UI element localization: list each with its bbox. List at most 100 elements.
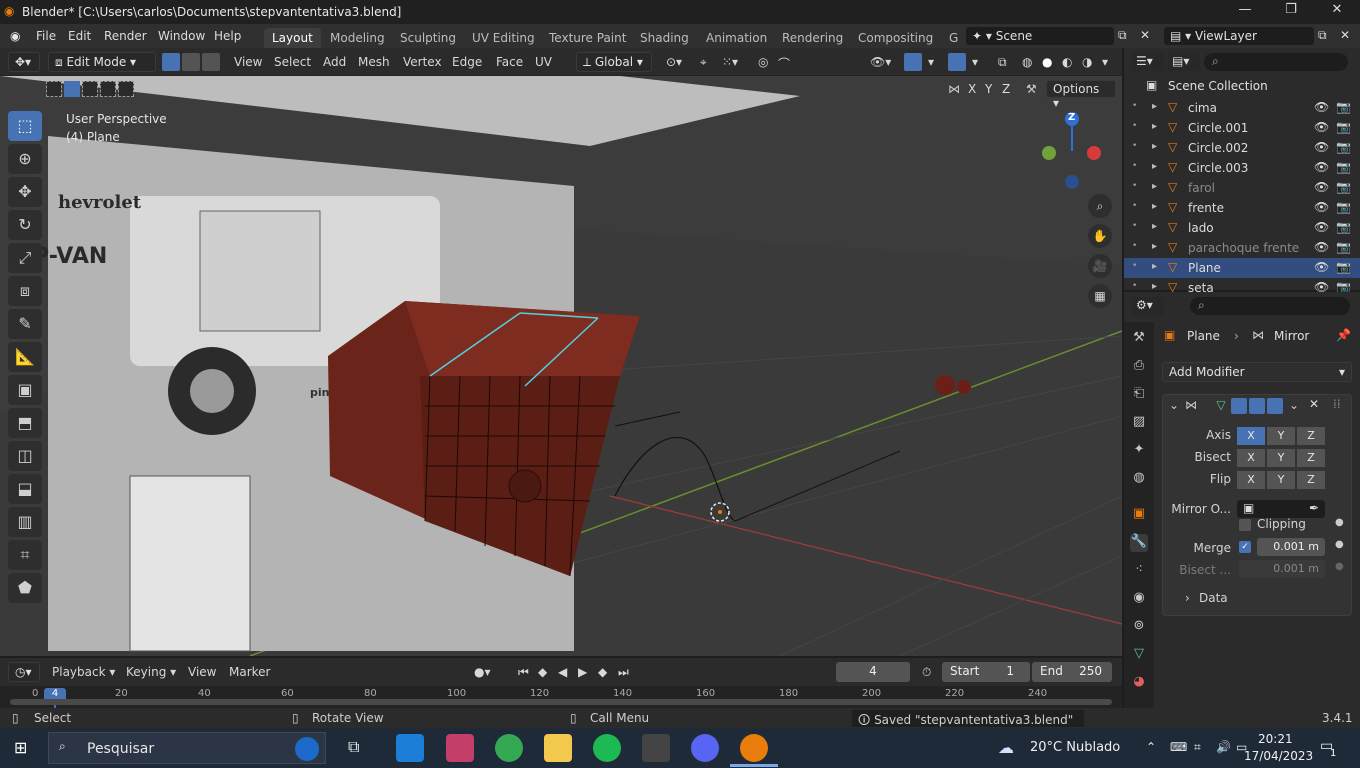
camera-render-icon[interactable]: 📷 xyxy=(1336,120,1351,134)
tools-icon[interactable]: ⚒ xyxy=(1026,82,1037,96)
extrude-tool-icon[interactable]: ⬒ xyxy=(8,408,42,438)
mirror-x-toggle[interactable]: X xyxy=(968,82,976,96)
on-cage-icon[interactable]: ▽ xyxy=(1213,398,1229,414)
viewlayer-selector[interactable]: ▤ ▾ ViewLayer xyxy=(1164,27,1314,45)
overlay-toggle-button[interactable] xyxy=(948,53,966,71)
camera-render-icon[interactable]: 📷 xyxy=(1336,200,1351,214)
outliner-row-plane[interactable]: • ▸ ▽ Plane 👁 📷 xyxy=(1124,258,1360,278)
menu-add[interactable]: Add xyxy=(319,52,350,72)
edge-browser-icon[interactable] xyxy=(396,734,424,762)
outliner-row-circle-001[interactable]: • ▸ ▽ Circle.001 👁 📷 xyxy=(1124,118,1360,138)
tab-sculpting[interactable]: Sculpting xyxy=(392,28,464,48)
gizmo-y-axis[interactable] xyxy=(1042,146,1056,160)
app-icon[interactable] xyxy=(642,734,670,762)
eye-visibility-icon[interactable]: 👁 xyxy=(1314,240,1329,254)
inset-tool-icon[interactable]: ◫ xyxy=(8,441,42,471)
mode-dropdown[interactable]: ⧈ Edit Mode ▾ xyxy=(48,52,156,72)
blender-menu-icon[interactable]: ◉ xyxy=(10,29,20,43)
prev-keyframe-icon[interactable]: ◆ xyxy=(534,662,551,682)
menu-view[interactable]: View xyxy=(230,52,266,72)
edit-mode-toggle-icon[interactable] xyxy=(1231,398,1247,414)
tab-modeling[interactable]: Modeling xyxy=(322,28,393,48)
move-tool-icon[interactable]: ✥ xyxy=(8,177,42,207)
stopwatch-icon[interactable]: ⏱ xyxy=(918,662,935,682)
data-subpanel-label[interactable]: Data xyxy=(1199,591,1228,605)
flip-x-toggle[interactable]: X xyxy=(1237,471,1265,489)
camera-render-icon[interactable]: 📷 xyxy=(1336,180,1351,194)
expand-arrow-icon[interactable]: ▸ xyxy=(1152,121,1157,132)
jump-end-icon[interactable]: ⏭ xyxy=(614,662,633,682)
drag-handle-icon[interactable]: ⁞⁞ xyxy=(1333,397,1341,411)
new-viewlayer-icon[interactable]: ⧉ xyxy=(1318,28,1327,43)
select-new-icon[interactable] xyxy=(46,81,62,97)
select-intersect-icon[interactable] xyxy=(118,81,134,97)
collapse-chevron-icon[interactable]: ⌄ xyxy=(1169,398,1179,412)
timeline-ruler[interactable]: 0 20 40 60 80 100 120 140 160 180 200 220 240 4 xyxy=(0,686,1122,708)
constraints-tab-icon[interactable]: ⊚ xyxy=(1130,618,1148,636)
render-tab-icon[interactable]: ⎙ xyxy=(1130,358,1148,376)
solid-shading-icon[interactable]: ● xyxy=(1038,52,1056,72)
expand-arrow-icon[interactable]: ▸ xyxy=(1152,261,1157,272)
mirror-object-field[interactable]: ▣ ✒ xyxy=(1237,500,1325,518)
menu-edit[interactable]: Edit xyxy=(68,29,91,43)
ortho-grid-icon[interactable]: ▦ xyxy=(1088,284,1112,308)
properties-search-input[interactable]: ⌕ xyxy=(1190,297,1350,315)
expand-arrow-icon[interactable]: ▸ xyxy=(1152,281,1157,292)
output-tab-icon[interactable]: ⎗ xyxy=(1130,386,1148,404)
gizmo-x-axis[interactable] xyxy=(1087,146,1101,160)
scale-tool-icon[interactable]: ⤢ xyxy=(8,243,42,273)
gizmo-toggle-button[interactable] xyxy=(904,53,922,71)
network-icon[interactable]: ⌗ xyxy=(1194,740,1201,755)
maximize-button[interactable]: ❐ xyxy=(1268,2,1314,22)
modifier-menu-chevron-icon[interactable]: ⌄ xyxy=(1289,398,1299,412)
auto-keying-icon[interactable]: ●▾ xyxy=(470,662,495,682)
editor-type-dropdown[interactable]: ✥▾ xyxy=(8,52,40,72)
timeline-view-menu[interactable]: View xyxy=(184,662,220,682)
menu-face[interactable]: Face xyxy=(492,52,527,72)
view-layer-tab-icon[interactable]: ▨ xyxy=(1130,414,1148,432)
bisect-x-toggle[interactable]: X xyxy=(1237,449,1265,467)
scene-selector[interactable]: ✦ ▾ Scene xyxy=(966,27,1114,45)
remove-viewlayer-icon[interactable]: ✕ xyxy=(1340,28,1350,42)
bevel-tool-icon[interactable]: ⬓ xyxy=(8,474,42,504)
cursor-tool-icon[interactable]: ⊕ xyxy=(8,144,42,174)
falloff-icon[interactable]: ⌒ xyxy=(774,52,794,72)
eye-visibility-icon[interactable]: 👁 xyxy=(1314,160,1329,174)
timeline-editor-type-icon[interactable]: ◷▾ xyxy=(8,662,40,682)
camera-render-icon[interactable]: 📷 xyxy=(1336,240,1351,254)
data-expand-icon[interactable]: › xyxy=(1185,591,1190,605)
object-tab-icon[interactable]: ▣ xyxy=(1130,506,1148,524)
outliner-row-frente[interactable]: • ▸ ▽ frente 👁 📷 xyxy=(1124,198,1360,218)
weather-text[interactable]: 20°C Nublado xyxy=(1030,740,1120,755)
eye-visibility-icon[interactable]: 👁 xyxy=(1314,260,1329,274)
timeline-scrollbar[interactable] xyxy=(10,699,1112,705)
rotate-tool-icon[interactable]: ↻ xyxy=(8,210,42,240)
select-subtract-icon[interactable] xyxy=(82,81,98,97)
expand-arrow-icon[interactable]: ▸ xyxy=(1152,161,1157,172)
visibility-icon[interactable]: 👁▾ xyxy=(866,52,895,72)
timeline-playback-menu[interactable]: Playback ▾ xyxy=(48,662,119,682)
xray-icon[interactable]: ⧉ xyxy=(994,52,1011,72)
eye-visibility-icon[interactable]: 👁 xyxy=(1314,200,1329,214)
tab-overflow[interactable]: G xyxy=(941,28,966,48)
bisect-z-toggle[interactable]: Z xyxy=(1297,449,1325,467)
tab-animation[interactable]: Animation xyxy=(698,28,775,48)
volume-icon[interactable]: 🔊 xyxy=(1216,740,1231,754)
eyedropper-icon[interactable]: ✒ xyxy=(1309,501,1319,515)
menu-vertex[interactable]: Vertex xyxy=(399,52,446,72)
start-frame-field[interactable]: Start 1 xyxy=(942,662,1030,682)
select-extend-icon[interactable] xyxy=(64,81,80,97)
select-box-tool-icon[interactable]: ⬚ xyxy=(8,111,42,141)
shading-dropdown-icon[interactable]: ▾ xyxy=(1098,52,1112,72)
vertex-select-button[interactable] xyxy=(162,53,180,71)
remove-modifier-icon[interactable]: ✕ xyxy=(1309,397,1319,411)
knife-tool-icon[interactable]: ⌗ xyxy=(8,540,42,570)
menu-edge[interactable]: Edge xyxy=(448,52,486,72)
wireframe-shading-icon[interactable]: ◍ xyxy=(1018,52,1036,72)
proportional-edit-icon[interactable]: ◎ xyxy=(754,52,772,72)
pivot-point-icon[interactable]: ⊙▾ xyxy=(662,52,686,72)
file-explorer-icon[interactable] xyxy=(544,734,572,762)
camera-render-icon[interactable]: 📷 xyxy=(1336,100,1351,114)
play-icon[interactable]: ▶ xyxy=(574,662,591,682)
minimize-button[interactable]: — xyxy=(1222,2,1268,22)
